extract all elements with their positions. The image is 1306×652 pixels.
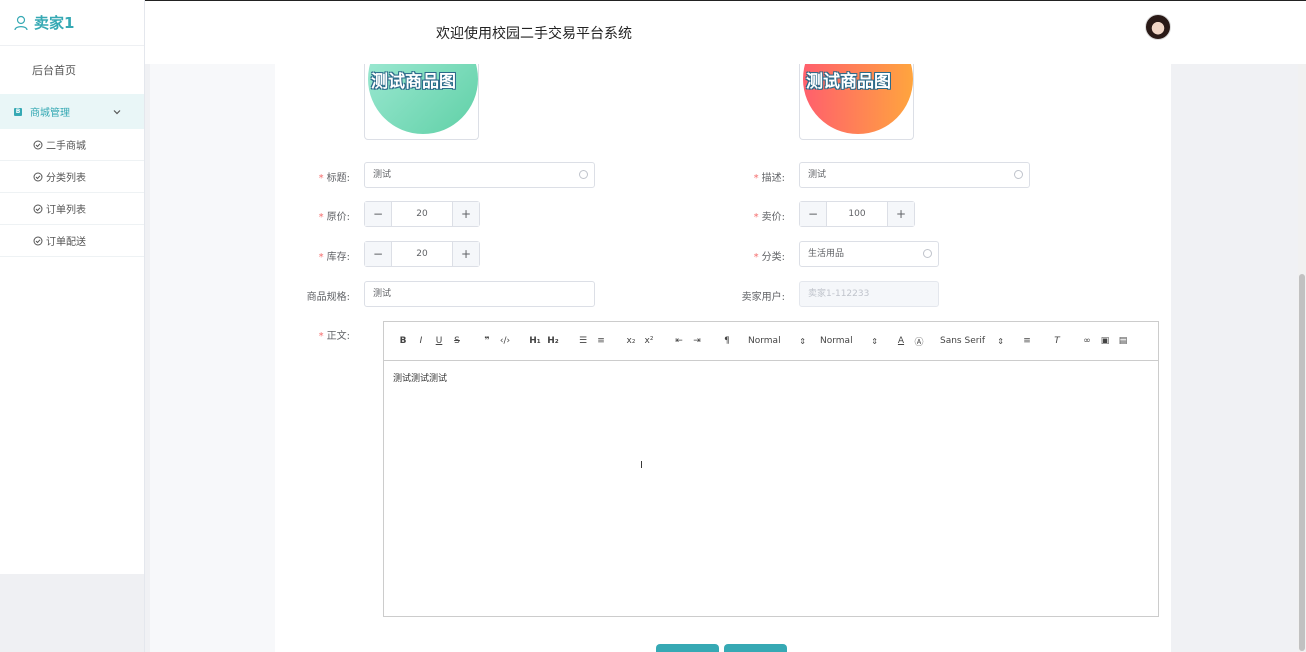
header-picker[interactable]: Normal ⇕ bbox=[820, 332, 878, 350]
product-image-1-caption: 测试商品图 bbox=[371, 72, 456, 92]
italic-icon[interactable]: I bbox=[412, 332, 430, 350]
header-2-icon[interactable]: H₂ bbox=[544, 332, 562, 350]
background-color-icon[interactable]: Ⓐ bbox=[910, 332, 928, 350]
title-input[interactable]: 测试 bbox=[364, 162, 595, 188]
image-icon[interactable]: ▣ bbox=[1096, 332, 1114, 350]
link-icon[interactable]: ∞ bbox=[1078, 332, 1096, 350]
bullet-list-icon[interactable]: ≡ bbox=[592, 332, 610, 350]
product-image-2-caption: 测试商品图 bbox=[806, 72, 891, 92]
bold-icon[interactable]: B bbox=[394, 332, 412, 350]
superscript-icon[interactable]: x² bbox=[640, 332, 658, 350]
submit-button[interactable] bbox=[656, 644, 719, 652]
brand: 卖家1 bbox=[0, 0, 144, 46]
decrease-button[interactable]: − bbox=[365, 242, 392, 266]
font-picker[interactable]: Sans Serif ⇕ bbox=[940, 332, 1004, 350]
price-stepper[interactable]: − 100 + bbox=[799, 201, 915, 227]
description-label: * 描述: bbox=[753, 173, 785, 184]
align-icon[interactable]: ≡ bbox=[1018, 332, 1036, 350]
seller-label: 卖家用户: bbox=[741, 292, 785, 303]
title-label: * 标题: bbox=[318, 173, 350, 184]
sidebar-item-label: 二手商城 bbox=[46, 141, 86, 152]
chevron-down-icon bbox=[112, 107, 122, 117]
category-select[interactable]: 生活用品 bbox=[799, 241, 939, 267]
text-cursor-icon: I bbox=[640, 460, 643, 471]
direction-icon[interactable]: ¶ bbox=[718, 332, 736, 350]
stock-label: * 库存: bbox=[318, 252, 350, 263]
header-1-icon[interactable]: H₁ bbox=[526, 332, 544, 350]
validate-success-icon bbox=[1014, 170, 1023, 179]
blockquote-icon[interactable]: ❞ bbox=[478, 332, 496, 350]
check-circle-icon bbox=[33, 172, 43, 182]
check-circle-icon bbox=[33, 236, 43, 246]
price-value[interactable]: 100 bbox=[827, 202, 887, 226]
decrease-button[interactable]: − bbox=[365, 202, 392, 226]
decrease-button[interactable]: − bbox=[800, 202, 827, 226]
page-title: 欢迎使用校园二手交易平台系统 bbox=[436, 26, 632, 42]
brand-name: 卖家1 bbox=[34, 14, 75, 32]
stock-value[interactable]: 20 bbox=[392, 242, 452, 266]
increase-button[interactable]: + bbox=[452, 202, 479, 226]
category-label: * 分类: bbox=[753, 252, 785, 263]
validate-success-icon bbox=[923, 249, 932, 258]
original-price-label: * 原价: bbox=[318, 212, 350, 223]
size-picker[interactable]: Normal ⇕ bbox=[748, 332, 806, 350]
clear-format-icon[interactable]: T bbox=[1048, 332, 1066, 350]
underline-icon[interactable]: U bbox=[430, 332, 448, 350]
submenu-label: 商城管理 bbox=[30, 108, 70, 119]
rich-text-editor[interactable]: B I U S ❞ ‹/› H₁ H₂ ☰ ≡ x₂ x² ⇤ ⇥ ¶ Norm… bbox=[383, 321, 1159, 617]
video-icon[interactable]: ▤ bbox=[1114, 332, 1132, 350]
seller-input: 卖家1-112233 bbox=[799, 281, 939, 307]
editor-content[interactable]: 测试测试测试 bbox=[384, 361, 1158, 394]
cancel-button[interactable] bbox=[724, 644, 787, 652]
content-gutter bbox=[150, 64, 275, 652]
sidebar-item-order-list[interactable]: 订单列表 bbox=[0, 193, 144, 225]
sidebar-item-label: 订单配送 bbox=[46, 237, 86, 248]
body-label: * 正文: bbox=[318, 331, 350, 342]
editor-toolbar: B I U S ❞ ‹/› H₁ H₂ ☰ ≡ x₂ x² ⇤ ⇥ ¶ Norm… bbox=[384, 322, 1158, 361]
product-image-upload-1[interactable]: 测试商品图 bbox=[364, 64, 479, 140]
original-price-value[interactable]: 20 bbox=[392, 202, 452, 226]
product-image-upload-2[interactable]: 测试商品图 bbox=[799, 64, 914, 140]
code-block-icon[interactable]: ‹/› bbox=[496, 332, 514, 350]
sidebar-item-label: 分类列表 bbox=[46, 173, 86, 184]
price-label: * 卖价: bbox=[753, 212, 785, 223]
scrollbar-thumb[interactable] bbox=[1299, 274, 1305, 651]
sidebar-item-label: 订单列表 bbox=[46, 205, 86, 216]
stock-stepper[interactable]: − 20 + bbox=[364, 241, 480, 267]
validate-success-icon bbox=[579, 170, 588, 179]
sidebar: 卖家1 后台首页 B 商城管理 二手商城 分类列表 订单列表 订单配送 bbox=[0, 0, 145, 652]
sidebar-menu: 卖家1 后台首页 B 商城管理 二手商城 分类列表 订单列表 订单配送 bbox=[0, 0, 144, 574]
sidebar-item-home[interactable]: 后台首页 bbox=[0, 46, 144, 94]
indent-icon[interactable]: ⇥ bbox=[688, 332, 706, 350]
top-header: 欢迎使用校园二手交易平台系统 bbox=[145, 0, 1306, 64]
text-color-icon[interactable]: A bbox=[892, 332, 910, 350]
avatar[interactable] bbox=[1145, 14, 1171, 40]
user-icon bbox=[14, 15, 28, 31]
sidebar-item-category-list[interactable]: 分类列表 bbox=[0, 161, 144, 193]
increase-button[interactable]: + bbox=[452, 242, 479, 266]
sidebar-item-second-hand-mall[interactable]: 二手商城 bbox=[0, 129, 144, 161]
original-price-stepper[interactable]: − 20 + bbox=[364, 201, 480, 227]
strike-icon[interactable]: S bbox=[448, 332, 466, 350]
ordered-list-icon[interactable]: ☰ bbox=[574, 332, 592, 350]
spec-input[interactable]: 测试 bbox=[364, 281, 595, 307]
check-circle-icon bbox=[33, 204, 43, 214]
sidebar-item-order-delivery[interactable]: 订单配送 bbox=[0, 225, 144, 257]
spec-label: 商品规格: bbox=[306, 292, 350, 303]
mall-icon: B bbox=[14, 107, 22, 116]
scrollbar[interactable] bbox=[1298, 64, 1306, 652]
subscript-icon[interactable]: x₂ bbox=[622, 332, 640, 350]
submenu-mall-management[interactable]: B 商城管理 bbox=[0, 94, 144, 129]
increase-button[interactable]: + bbox=[887, 202, 914, 226]
description-input[interactable]: 测试 bbox=[799, 162, 1030, 188]
check-circle-icon bbox=[33, 140, 43, 150]
outdent-icon[interactable]: ⇤ bbox=[670, 332, 688, 350]
